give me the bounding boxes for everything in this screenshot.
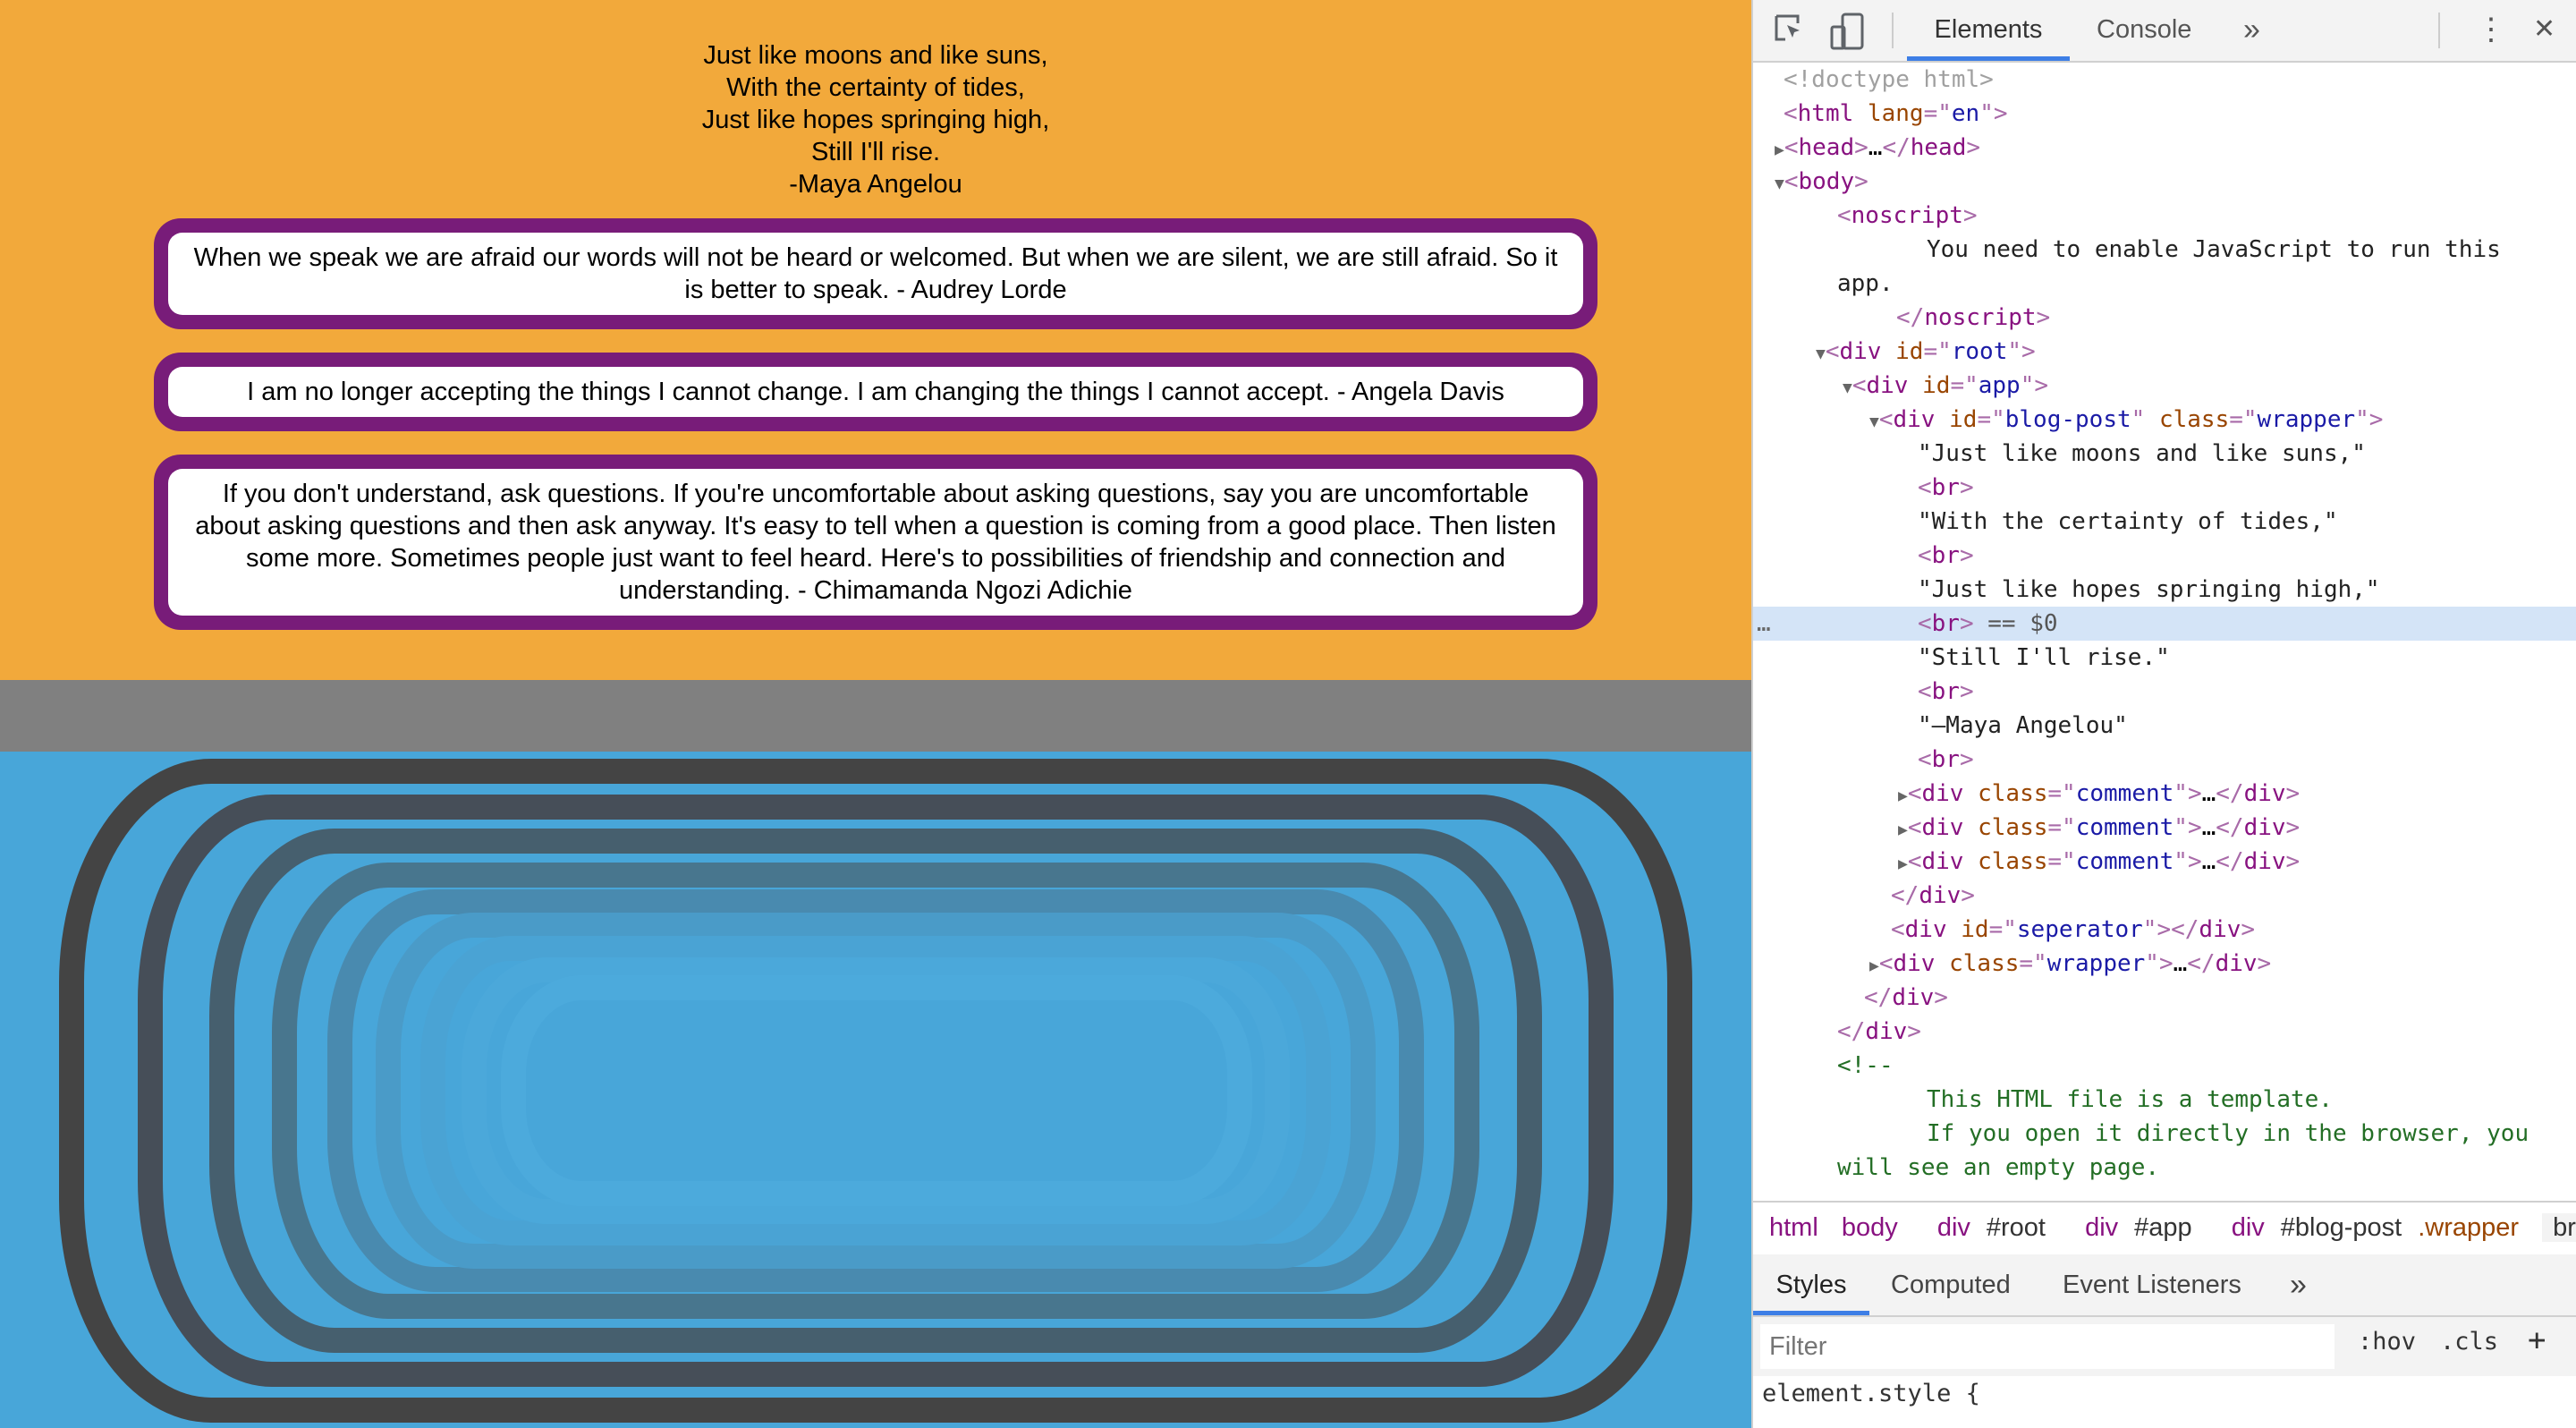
devtools-toolbar: Elements Console » ⋮ ✕	[1753, 0, 2576, 63]
more-actions-icon[interactable]: …	[1757, 607, 1771, 641]
cls-toggle-button[interactable]: .cls	[2440, 1328, 2498, 1356]
dom-text[interactable]: "Just like hopes springing high,"	[1753, 573, 2576, 607]
dom-node[interactable]: <br>	[1753, 539, 2576, 573]
styles-tabbar: Styles Computed Event Listeners »	[1753, 1254, 2576, 1317]
comment-text: If you don't understand, ask questions. …	[168, 469, 1583, 616]
element-style-rule[interactable]: element.style {	[1762, 1380, 1980, 1407]
breadcrumb: html body div #root div #app div #blog-post…	[1753, 1201, 2576, 1256]
collapse-triangle-icon[interactable]: ▼	[1843, 378, 1852, 397]
dom-node[interactable]: <br>	[1753, 471, 2576, 505]
dom-node[interactable]: <br>	[1753, 675, 2576, 709]
kebab-menu-icon[interactable]: ⋮	[2476, 0, 2506, 61]
new-style-rule-button[interactable]: +	[2528, 1322, 2546, 1358]
dom-node[interactable]: ▶<head>…</head>	[1753, 131, 2576, 165]
dom-node[interactable]: <!doctype html>	[1753, 63, 2576, 97]
dom-comment[interactable]: This HTML file is a template.	[1753, 1083, 2576, 1117]
dom-text[interactable]: You need to enable JavaScript to run thi…	[1753, 233, 2576, 267]
more-tabs-button[interactable]: »	[2243, 0, 2260, 61]
dom-node[interactable]: </div>	[1753, 1015, 2576, 1049]
tab-console[interactable]: Console	[2097, 0, 2191, 61]
styles-filter-input[interactable]	[1760, 1324, 2334, 1369]
page-viewport: Just like moons and like suns, With the …	[0, 0, 1751, 1428]
dom-comment[interactable]: will see an empty page.	[1753, 1151, 2576, 1185]
breadcrumb-body[interactable]: body	[1842, 1213, 1898, 1242]
dom-node[interactable]: ▶<div class="comment">…</div>	[1753, 811, 2576, 845]
dom-text[interactable]: "With the certainty of tides,"	[1753, 505, 2576, 539]
dom-node[interactable]: <noscript>	[1753, 199, 2576, 233]
comment-text: I am no longer accepting the things I ca…	[168, 367, 1583, 417]
tab-computed[interactable]: Computed	[1891, 1254, 2011, 1315]
inspect-element-icon[interactable]	[1773, 13, 1809, 55]
dom-node[interactable]: <br>	[1753, 743, 2576, 777]
dom-node[interactable]: ▶<div class="wrapper">…</div>	[1753, 947, 2576, 981]
dom-node[interactable]: </noscript>	[1753, 301, 2576, 335]
collapse-triangle-icon[interactable]: ▼	[1869, 412, 1879, 431]
collapse-triangle-icon[interactable]: ▼	[1816, 344, 1826, 363]
breadcrumb-html[interactable]: html	[1769, 1213, 1818, 1242]
poem-author: -Maya Angelou	[789, 170, 962, 199]
dom-comment[interactable]: <!--	[1753, 1049, 2576, 1083]
expand-triangle-icon[interactable]: ▶	[1898, 854, 1908, 873]
close-icon[interactable]: ✕	[2533, 0, 2555, 61]
devtools-panel: Elements Console » ⋮ ✕ <!doctype html> <…	[1751, 0, 2576, 1428]
poem-line: Just like hopes springing high,	[701, 106, 1050, 134]
dom-text[interactable]: app.	[1753, 267, 2576, 301]
comment: I am no longer accepting the things I ca…	[154, 353, 1597, 431]
comment-text: When we speak we are afraid our words wi…	[168, 233, 1583, 315]
hov-toggle-button[interactable]: :hov	[2358, 1328, 2416, 1356]
expand-triangle-icon[interactable]: ▶	[1869, 956, 1879, 975]
dom-node-selected[interactable]: … <br> == $0	[1753, 607, 2576, 641]
divider	[1892, 13, 1894, 48]
breadcrumb-app[interactable]: div #app	[2069, 1213, 2192, 1242]
tab-event-listeners[interactable]: Event Listeners	[2063, 1254, 2241, 1315]
dom-node[interactable]: <div id="seperator"></div>	[1753, 913, 2576, 947]
poem-line: Still I'll rise.	[810, 138, 941, 166]
comment: If you don't understand, ask questions. …	[154, 455, 1597, 630]
poem-line: Just like moons and like suns,	[703, 41, 1048, 70]
expand-triangle-icon[interactable]: ▶	[1775, 140, 1784, 159]
separator	[0, 680, 1751, 752]
tab-styles[interactable]: Styles	[1753, 1254, 1869, 1315]
dom-node[interactable]: <html lang="en">	[1753, 97, 2576, 131]
blog-post-wrapper: Just like moons and like suns, With the …	[0, 0, 1751, 680]
device-toolbar-icon[interactable]	[1830, 13, 1866, 59]
decorative-ring	[501, 975, 1252, 1206]
dom-node[interactable]: ▶<div class="comment">…</div>	[1753, 777, 2576, 811]
poem: Just like moons and like suns, With the …	[0, 39, 1751, 200]
dom-node[interactable]: </div>	[1753, 879, 2576, 913]
tab-elements[interactable]: Elements	[1907, 0, 2070, 61]
dom-node[interactable]: ▼<body>	[1753, 165, 2576, 199]
more-subtabs-button[interactable]: »	[2290, 1254, 2307, 1315]
breadcrumb-blog-post[interactable]: div #blog-post .wrapper	[2216, 1213, 2519, 1242]
expand-triangle-icon[interactable]: ▶	[1898, 786, 1908, 805]
dom-node[interactable]: ▼<div id="root">	[1753, 335, 2576, 369]
comment: When we speak we are afraid our words wi…	[154, 218, 1597, 329]
dom-node[interactable]: ▼<div id="blog-post" class="wrapper">	[1753, 403, 2576, 437]
dom-text[interactable]: "Still I'll rise."	[1753, 641, 2576, 675]
dom-text[interactable]: "–Maya Angelou"	[1753, 709, 2576, 743]
poem-line: With the certainty of tides,	[726, 73, 1025, 102]
dom-node[interactable]: </div>	[1753, 981, 2576, 1015]
dom-node[interactable]: ▶<div class="comment">…</div>	[1753, 845, 2576, 879]
styles-filter-bar: :hov .cls +	[1753, 1317, 2576, 1376]
dom-comment[interactable]: If you open it directly in the browser, …	[1753, 1117, 2576, 1151]
dom-tree: <!doctype html> <html lang="en"> ▶<head>…	[1753, 63, 2576, 1201]
dom-node[interactable]: ▼<div id="app">	[1753, 369, 2576, 403]
breadcrumb-root[interactable]: div #root	[1921, 1213, 2046, 1242]
collapse-triangle-icon[interactable]: ▼	[1775, 174, 1784, 193]
divider	[2438, 13, 2440, 48]
expand-triangle-icon[interactable]: ▶	[1898, 820, 1908, 839]
rings-wrapper	[0, 752, 1751, 1428]
dom-text[interactable]: "Just like moons and like suns,"	[1753, 437, 2576, 471]
breadcrumb-br[interactable]: br	[2542, 1213, 2576, 1242]
